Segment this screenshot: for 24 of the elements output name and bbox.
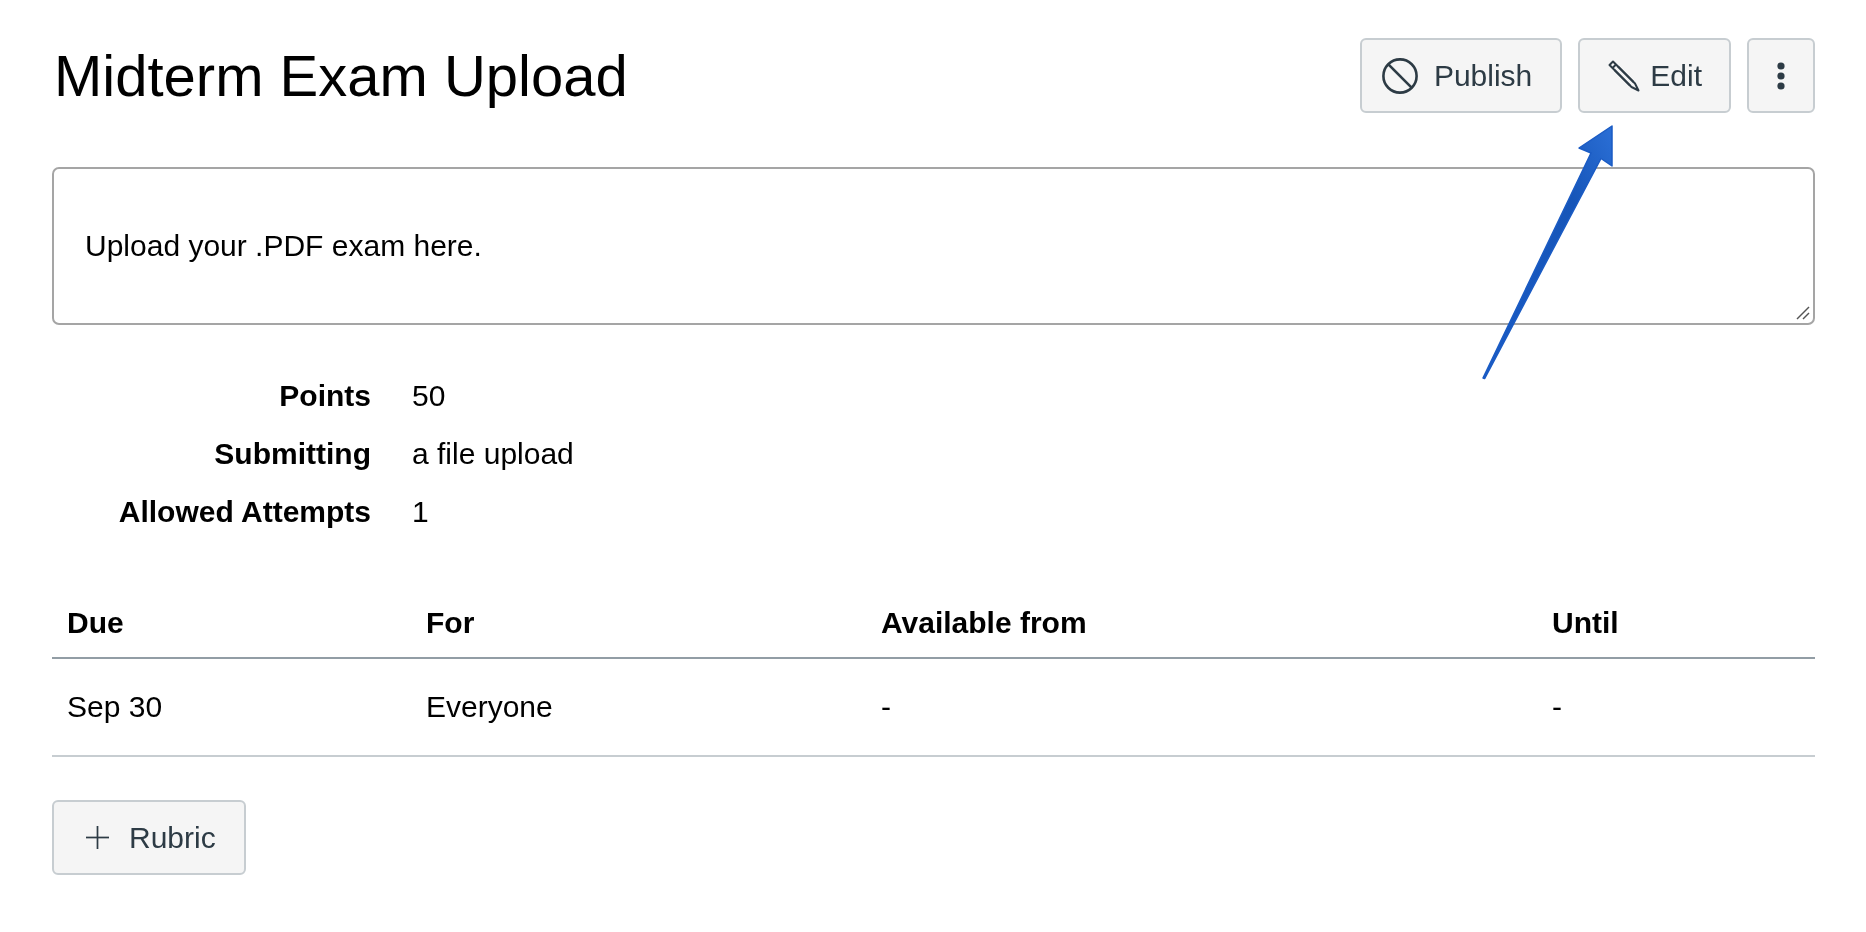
vertical-dots-icon — [1777, 61, 1785, 90]
detail-value: 1 — [412, 495, 430, 529]
plus-icon — [86, 826, 109, 849]
detail-label: Points — [278, 379, 371, 413]
pencil-icon — [1608, 59, 1641, 92]
more-options-button[interactable] — [1747, 38, 1815, 113]
column-header: For — [425, 606, 476, 640]
detail-label: Submitting — [213, 437, 371, 471]
edit-button[interactable]: Edit — [1578, 38, 1731, 113]
page-title: Midterm Exam Upload — [54, 43, 628, 108]
table-cell-text: Sep 30 — [66, 690, 164, 724]
table-cell-text: - — [1551, 690, 1563, 724]
detail-label: Allowed Attempts — [117, 495, 371, 529]
detail-value: a file upload — [412, 437, 574, 471]
add-rubric-button[interactable]: Rubric — [52, 800, 246, 875]
table-cell-text: Everyone — [425, 690, 554, 724]
column-header: Until — [1551, 606, 1620, 640]
publish-button[interactable]: Publish — [1359, 38, 1563, 113]
column-header: Available from — [880, 606, 1088, 640]
table-cell-text: - — [880, 690, 892, 724]
detail-value: 50 — [412, 379, 447, 413]
description-field[interactable]: Upload your .PDF exam here. — [52, 167, 1815, 325]
column-header: Due — [66, 606, 125, 640]
resize-handle-icon — [1796, 306, 1810, 320]
